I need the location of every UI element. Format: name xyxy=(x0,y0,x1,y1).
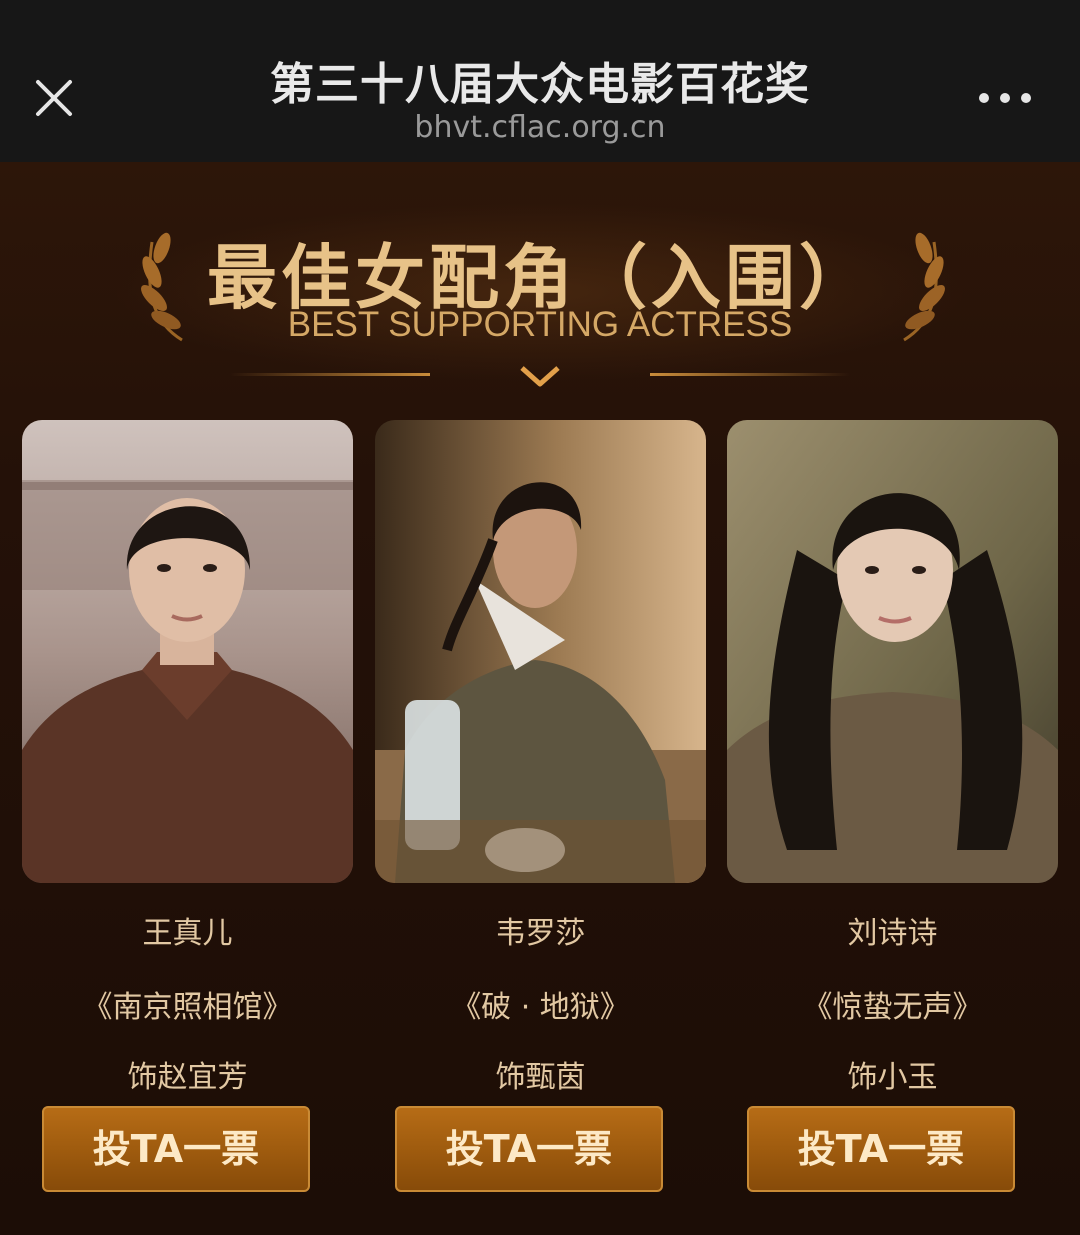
nominee-name: 王真儿 xyxy=(142,916,233,951)
chevron-down-icon xyxy=(520,366,560,387)
portrait-image xyxy=(22,420,353,883)
nominee-film: 《破 · 地狱》 xyxy=(451,990,630,1025)
nominee-name: 刘诗诗 xyxy=(847,916,938,951)
top-nav-bar: 第三十八届大众电影百花奖 bhvt.cflac.org.cn xyxy=(0,0,1080,162)
divider-right xyxy=(650,373,850,376)
nominee-photo[interactable] xyxy=(22,420,353,883)
portrait-image xyxy=(727,420,1058,883)
vote-button[interactable]: 投TA一票 xyxy=(395,1106,663,1192)
page-url: bhvt.cflac.org.cn xyxy=(414,110,666,145)
category-subtitle: BEST SUPPORTING ACTRESS xyxy=(287,305,793,344)
vote-button[interactable]: 投TA一票 xyxy=(747,1106,1015,1192)
vote-button[interactable]: 投TA一票 xyxy=(42,1106,310,1192)
nominee-role: 饰小玉 xyxy=(847,1060,938,1095)
page-title: 第三十八届大众电影百花奖 xyxy=(270,59,810,110)
nominee-photo[interactable] xyxy=(375,420,706,883)
portrait-image xyxy=(375,420,706,883)
nominee-card: 韦罗莎 《破 · 地狱》 饰甄茵 投TA一票 xyxy=(375,420,706,1220)
nominee-card: 王真儿 《南京照相馆》 饰赵宜芳 投TA一票 xyxy=(22,420,353,1220)
more-dots-icon xyxy=(979,93,1031,103)
nominee-role: 饰甄茵 xyxy=(495,1060,586,1095)
nominee-film: 《惊蛰无声》 xyxy=(802,990,983,1025)
more-options-button[interactable] xyxy=(970,80,1040,116)
content-area: 最佳女配角（入围） BEST SUPPORTING ACTRESS 王真儿 《南… xyxy=(0,162,1080,1235)
nominee-film: 《南京照相馆》 xyxy=(82,990,293,1025)
nominee-role: 饰赵宜芳 xyxy=(127,1060,248,1095)
nominee-name: 韦罗莎 xyxy=(495,916,586,951)
nominee-card: 刘诗诗 《惊蛰无声》 饰小玉 投TA一票 xyxy=(727,420,1058,1220)
category-banner: 最佳女配角（入围） BEST SUPPORTING ACTRESS xyxy=(0,162,1080,402)
nominee-photo[interactable] xyxy=(727,420,1058,883)
divider-left xyxy=(230,373,430,376)
